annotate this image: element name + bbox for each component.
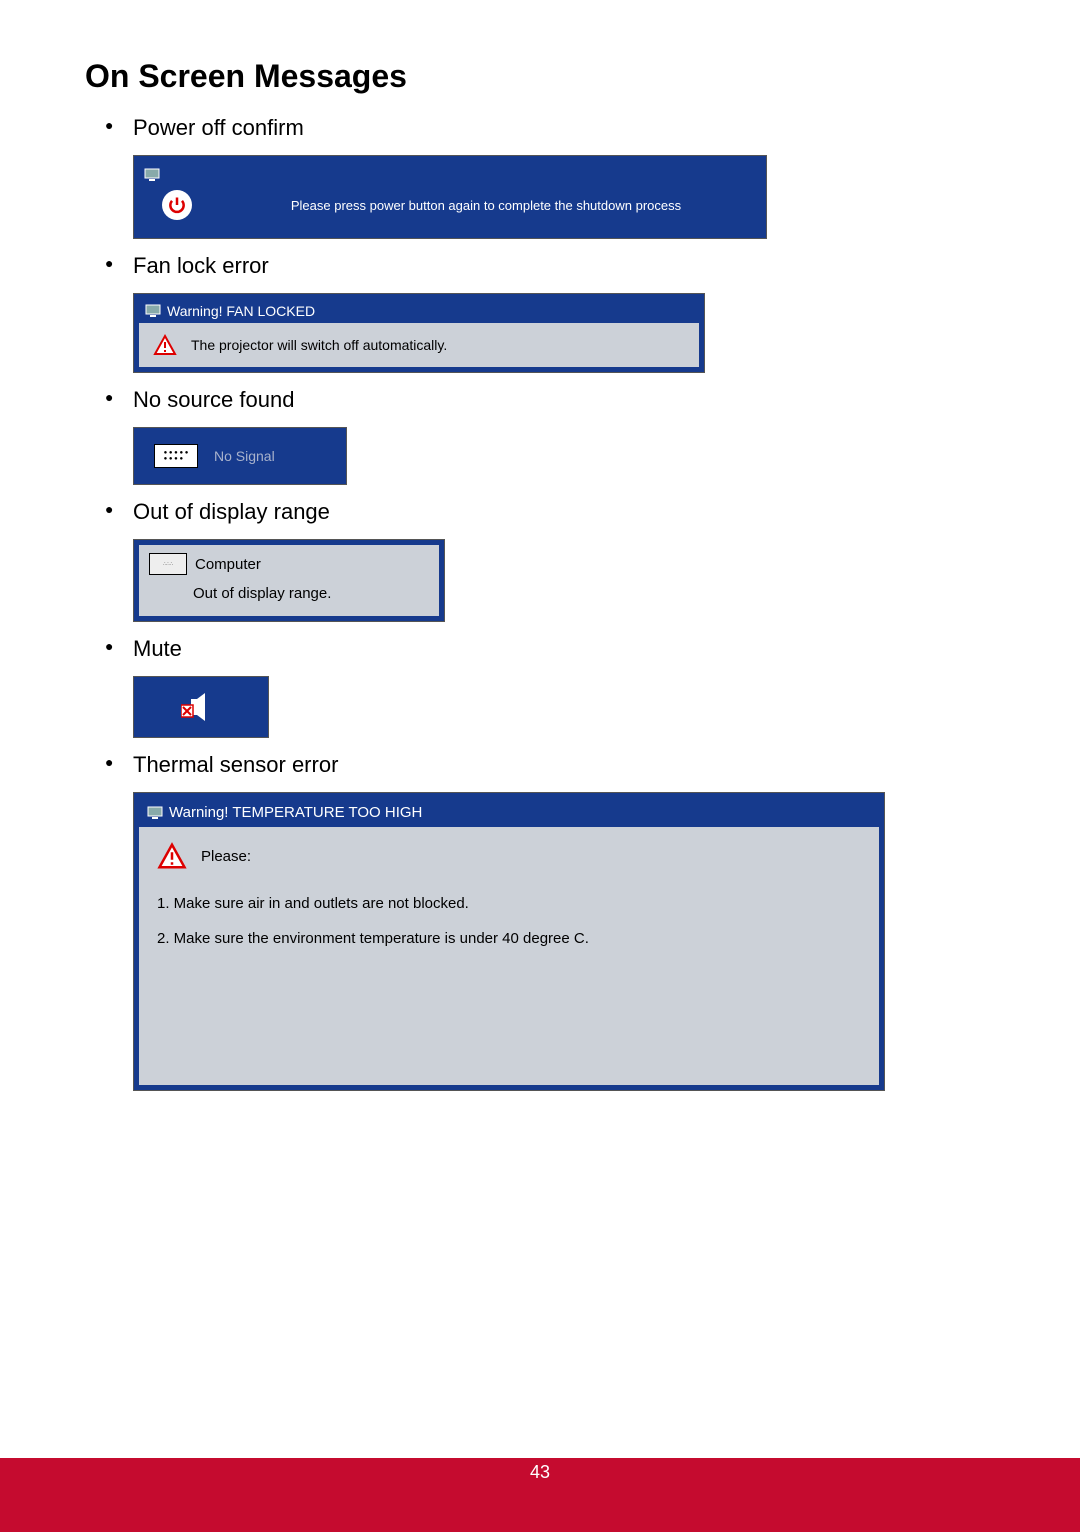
dialog-fan-lock: Warning! FAN LOCKED The projector will s…: [133, 293, 705, 373]
power-off-message: Please press power button again to compl…: [222, 198, 750, 213]
thermal-step-1: 1. Make sure air in and outlets are not …: [157, 895, 861, 912]
item-label-out-of-range: Out of display range: [133, 499, 330, 524]
no-signal-message: No Signal: [214, 448, 275, 464]
power-icon: [162, 190, 192, 220]
monitor-icon: [145, 304, 161, 318]
page-footer: 43: [0, 1458, 1080, 1532]
dialog-out-of-range: ∴∴∴ Computer Out of display range.: [133, 539, 445, 622]
warning-icon: [157, 841, 187, 871]
mute-icon: [181, 693, 221, 721]
dialog-mute: [133, 676, 269, 738]
out-of-range-message: Out of display range.: [149, 585, 429, 602]
thermal-please: Please:: [201, 848, 251, 865]
item-label-no-source: No source found: [133, 387, 294, 412]
dialog-thermal: Warning! TEMPERATURE TOO HIGH Please: 1.…: [133, 792, 885, 1091]
monitor-icon: [144, 168, 160, 182]
dialog-no-signal: ● ● ● ● ●● ● ● ● No Signal: [133, 427, 347, 485]
thermal-title: Warning! TEMPERATURE TOO HIGH: [169, 804, 422, 821]
vga-icon: ● ● ● ● ●● ● ● ●: [154, 444, 198, 468]
out-of-range-source: Computer: [195, 556, 261, 573]
monitor-icon: [147, 806, 163, 820]
warning-icon: [153, 333, 177, 357]
dialog-power-off: Please press power button again to compl…: [133, 155, 767, 239]
item-label-power-off: Power off confirm: [133, 115, 304, 140]
fan-lock-message: The projector will switch off automatica…: [191, 337, 447, 353]
vga-icon: ∴∴∴: [149, 553, 187, 575]
item-label-thermal: Thermal sensor error: [133, 752, 338, 777]
thermal-step-2: 2. Make sure the environment temperature…: [157, 930, 861, 947]
item-label-fan-lock: Fan lock error: [133, 253, 269, 278]
page-heading: On Screen Messages: [85, 58, 995, 95]
fan-lock-title: Warning! FAN LOCKED: [167, 303, 315, 319]
item-label-mute: Mute: [133, 636, 182, 661]
page-number: 43: [530, 1462, 550, 1483]
